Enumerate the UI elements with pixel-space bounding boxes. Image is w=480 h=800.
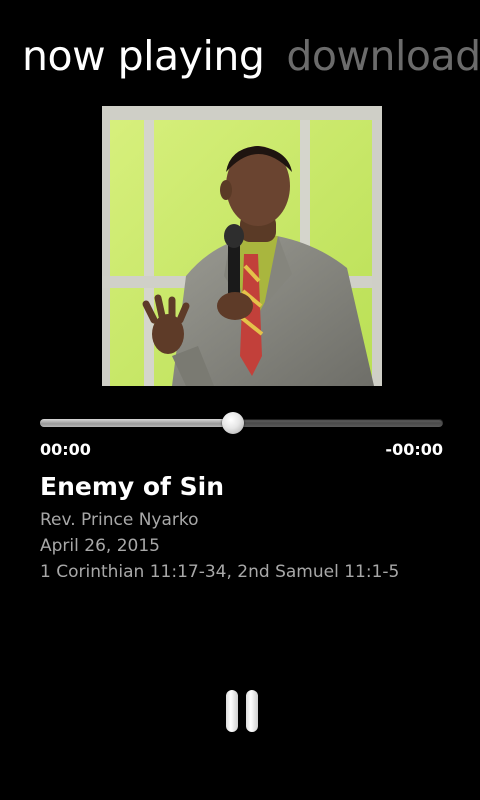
tab-now-playing[interactable]: now playing [22, 28, 265, 84]
progress-slider-thumb[interactable] [222, 412, 245, 434]
pivot-header: now playing downloads [22, 28, 480, 84]
progress-fill [40, 419, 234, 427]
elapsed-time: 00:00 [40, 440, 91, 459]
tab-downloads[interactable]: downloads [286, 28, 480, 84]
pause-icon-bar [246, 690, 258, 732]
sermon-artwork-image [102, 106, 382, 386]
pause-button[interactable] [220, 688, 264, 736]
track-speaker: Rev. Prince Nyarko [40, 510, 199, 530]
track-title: Enemy of Sin [40, 472, 225, 501]
remaining-time: -00:00 [385, 440, 443, 459]
track-scripture: 1 Corinthian 11:17-34, 2nd Samuel 11:1-5 [40, 562, 400, 582]
track-date: April 26, 2015 [40, 536, 160, 556]
pause-icon [226, 690, 238, 732]
